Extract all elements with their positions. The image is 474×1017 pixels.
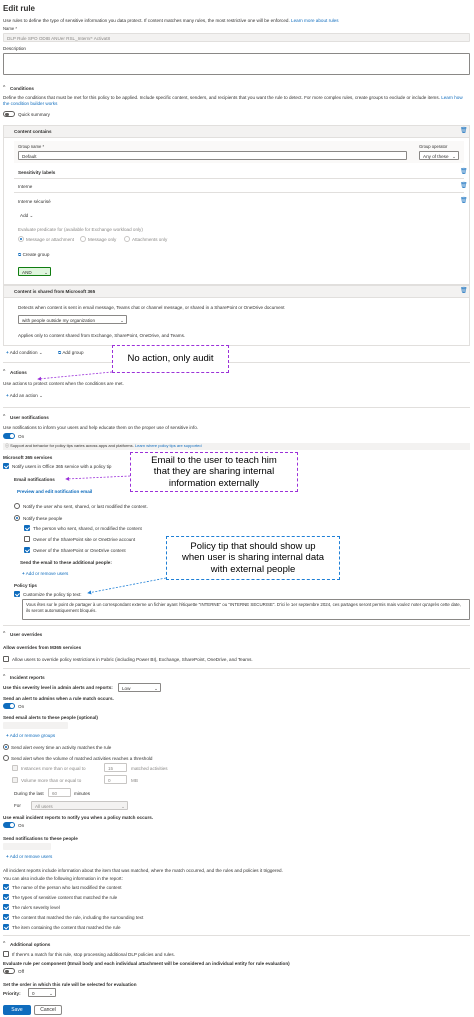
arrow-email: [65, 475, 131, 481]
callout-arrows: [37, 371, 167, 595]
arrow-tip: [87, 577, 167, 595]
arrow-audit: [37, 371, 113, 381]
